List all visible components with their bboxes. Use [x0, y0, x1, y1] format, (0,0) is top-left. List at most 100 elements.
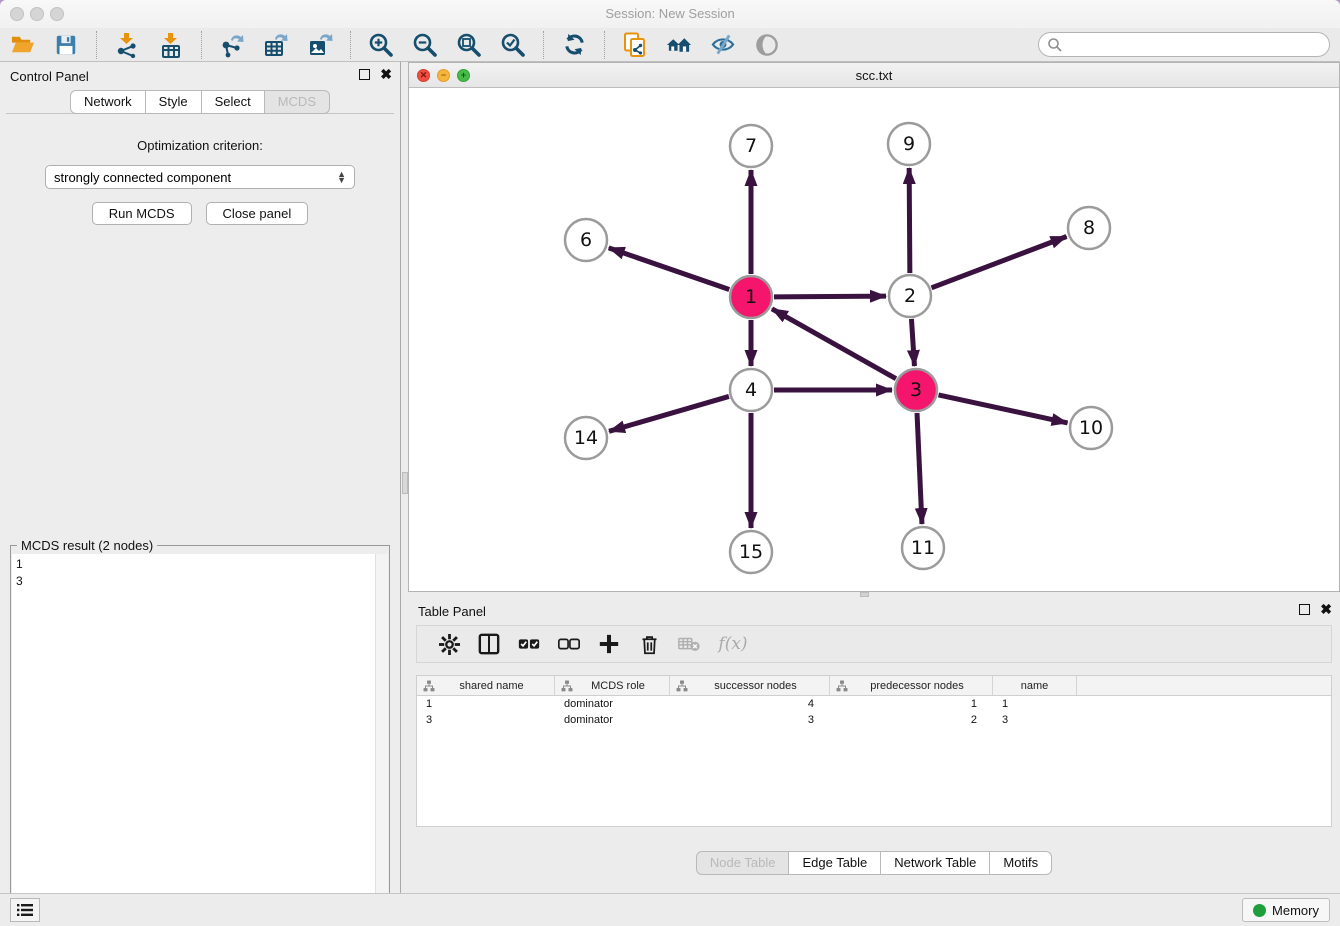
memory-label: Memory [1272, 903, 1319, 918]
cell-name: 1 [993, 698, 1077, 710]
graph-edge-2-9[interactable] [909, 168, 910, 273]
graph-edge-1-2[interactable] [774, 296, 886, 297]
column-header-shared-name[interactable]: shared name [417, 676, 555, 695]
graph-edge-3-11[interactable] [917, 413, 922, 524]
criterion-select[interactable]: strongly connected component ▲▼ [45, 165, 355, 189]
show-column-icon[interactable] [477, 632, 501, 656]
search-box[interactable] [1038, 32, 1330, 57]
tab-network[interactable]: Network [70, 90, 146, 114]
graph-node-4[interactable]: 4 [730, 369, 772, 411]
mcds-result-legend: MCDS result (2 nodes) [17, 538, 157, 553]
mcds-result-group: MCDS result (2 nodes) 1 3 [10, 545, 390, 925]
criterion-select-value: strongly connected component [54, 170, 337, 185]
toolbar-separator [201, 31, 202, 59]
unselect-all-icon[interactable] [557, 632, 581, 656]
add-icon[interactable] [597, 632, 621, 656]
toolbar-separator [96, 31, 97, 59]
tab-node-table[interactable]: Node Table [696, 851, 790, 875]
home-icon[interactable] [666, 32, 692, 58]
graph-node-label: 14 [574, 427, 598, 449]
sort-icon [423, 680, 435, 692]
delete-icon[interactable] [637, 632, 661, 656]
close-panel-button[interactable]: Close panel [206, 202, 309, 225]
save-session-icon[interactable] [53, 32, 79, 58]
graph-node-10[interactable]: 10 [1070, 407, 1112, 449]
tab-style[interactable]: Style [146, 90, 202, 114]
network-window-titlebar[interactable]: ✕ − + scc.txt [409, 63, 1339, 88]
graph-edge-4-14[interactable] [609, 396, 729, 431]
search-input[interactable] [1063, 35, 1329, 55]
graph-node-7[interactable]: 7 [730, 125, 772, 167]
column-header-name[interactable]: name [993, 676, 1077, 695]
mcds-result-text[interactable]: 1 3 [12, 554, 375, 923]
tab-mcds[interactable]: MCDS [265, 90, 330, 114]
tab-motifs[interactable]: Motifs [990, 851, 1052, 875]
zoom-selected-icon[interactable] [500, 32, 526, 58]
table-settings-icon[interactable] [437, 632, 461, 656]
import-table-icon[interactable] [158, 32, 184, 58]
export-table-icon[interactable] [263, 32, 289, 58]
float-panel-icon[interactable] [359, 69, 370, 80]
tab-edge-table[interactable]: Edge Table [789, 851, 881, 875]
toolbar-separator [543, 31, 544, 59]
graph-node-label: 6 [580, 229, 592, 251]
graph-node-label: 4 [745, 379, 757, 401]
graph-node-2[interactable]: 2 [889, 275, 931, 317]
open-session-icon[interactable] [9, 32, 35, 58]
sort-icon [836, 680, 848, 692]
close-panel-icon[interactable]: ✖ [1320, 604, 1332, 615]
graph-edge-2-8[interactable] [932, 237, 1067, 288]
main-toolbar [0, 28, 1340, 62]
float-panel-icon[interactable] [1299, 604, 1310, 615]
cell-shared-name: 3 [417, 714, 555, 726]
graph-node-label: 2 [904, 285, 916, 307]
close-panel-icon[interactable]: ✖ [380, 69, 392, 80]
table-row[interactable]: 3 dominator 3 2 3 [417, 712, 1331, 728]
zoom-in-icon[interactable] [368, 32, 394, 58]
select-all-icon[interactable] [517, 632, 541, 656]
graph-node-6[interactable]: 6 [565, 219, 607, 261]
zoom-out-icon[interactable] [412, 32, 438, 58]
tab-network-table[interactable]: Network Table [881, 851, 990, 875]
graph-edge-3-1[interactable] [772, 309, 896, 379]
sort-icon [561, 680, 573, 692]
column-header-successor-nodes[interactable]: successor nodes [670, 676, 830, 695]
graph-node-15[interactable]: 15 [730, 531, 772, 573]
graph-edge-2-3[interactable] [911, 319, 914, 366]
hide-graphics-details-icon[interactable] [710, 32, 736, 58]
result-line: 1 [16, 556, 371, 573]
vertical-splitter[interactable] [400, 62, 408, 893]
graph-node-8[interactable]: 8 [1068, 207, 1110, 249]
result-scrollbar[interactable] [375, 554, 388, 923]
refresh-icon[interactable] [561, 32, 587, 58]
graph-node-9[interactable]: 9 [888, 123, 930, 165]
table-row[interactable]: 1 dominator 4 1 1 [417, 696, 1331, 712]
sort-icon [676, 680, 688, 692]
zoom-fit-icon[interactable] [456, 32, 482, 58]
column-header-mcds-role[interactable]: MCDS role [555, 676, 670, 695]
network-canvas[interactable]: 7 9 6 8 1 2 4 3 14 10 15 11 [409, 88, 1339, 591]
export-network-icon[interactable] [219, 32, 245, 58]
graph-node-11[interactable]: 11 [902, 527, 944, 569]
column-header-predecessor-nodes[interactable]: predecessor nodes [830, 676, 993, 695]
clone-network-icon[interactable] [622, 32, 648, 58]
control-panel-title: Control Panel [10, 69, 89, 84]
graph-node-3[interactable]: 3 [895, 369, 937, 411]
toolbar-separator [604, 31, 605, 59]
cell-shared-name: 1 [417, 698, 555, 710]
import-network-icon[interactable] [114, 32, 140, 58]
app-window: Session: New Session [0, 0, 1340, 926]
task-history-button[interactable] [10, 898, 40, 922]
control-panel: Control Panel ✖ NetworkStyleSelectMCDS O… [0, 62, 400, 893]
graph-edge-3-10[interactable] [938, 395, 1067, 423]
memory-status-icon [1253, 904, 1266, 917]
graph-node-1[interactable]: 1 [730, 276, 772, 318]
chevron-up-down-icon: ▲▼ [337, 171, 346, 183]
graph-node-label: 8 [1083, 217, 1095, 239]
tab-select[interactable]: Select [202, 90, 265, 114]
graph-edge-1-6[interactable] [609, 248, 730, 290]
memory-button[interactable]: Memory [1242, 898, 1330, 922]
graph-node-14[interactable]: 14 [565, 417, 607, 459]
export-image-icon[interactable] [307, 32, 333, 58]
run-mcds-button[interactable]: Run MCDS [92, 202, 192, 225]
